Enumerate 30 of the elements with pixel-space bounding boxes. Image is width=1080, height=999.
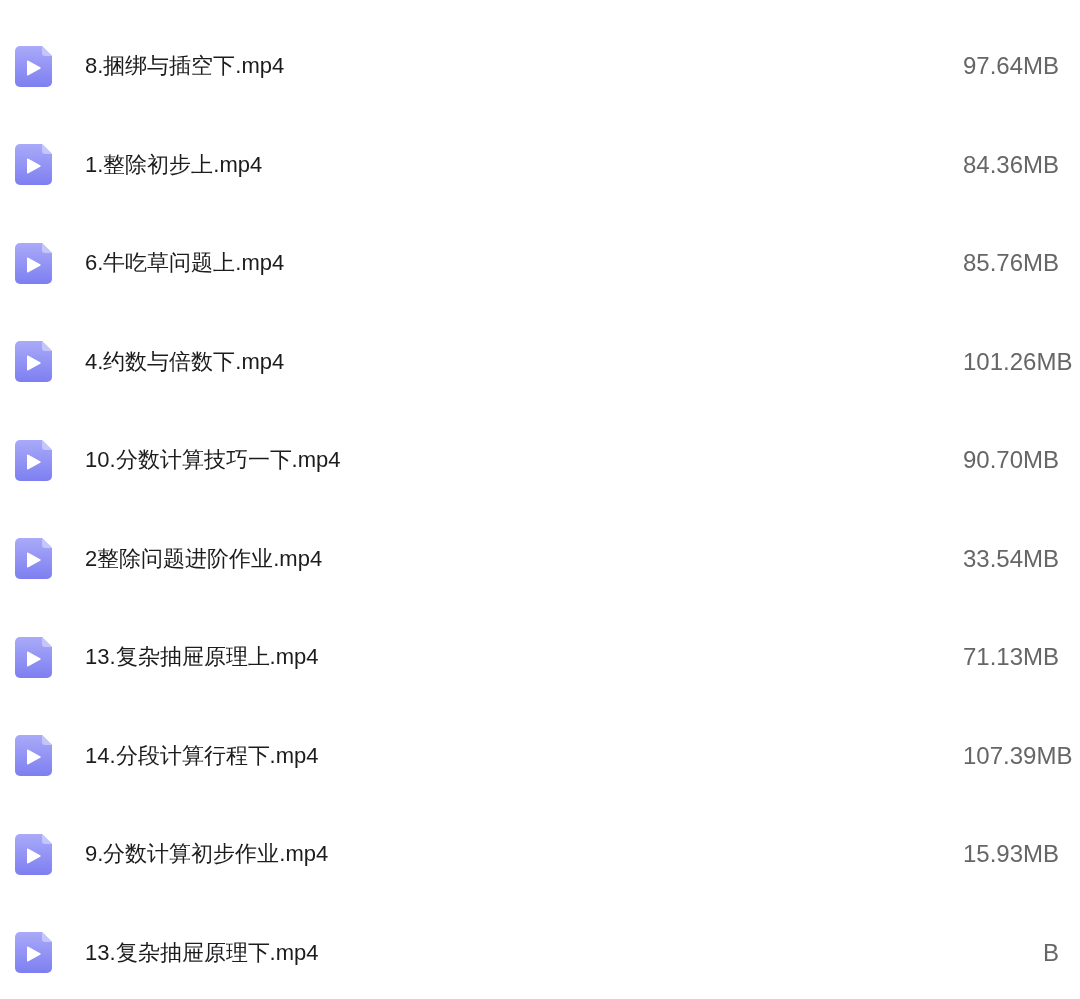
file-size: 97.64MB [963,52,1060,80]
file-name: 13.复杂抽屉原理上.mp4 [85,643,319,671]
file-size: 71.13MB [963,643,1060,671]
file-size: 90.70MB [963,446,1060,474]
file-size: 101.26MB [963,347,1073,376]
file-name: 4.约数与倍数下.mp4 [85,347,285,376]
file-name: 10.分数计算技巧一下.mp4 [85,446,341,474]
file-name: 2整除问题进阶作业.mp4 [85,544,323,573]
file-name: 14.分段计算行程下.mp4 [85,741,319,770]
video-file-icon [15,932,52,973]
file-name: 6.牛吃草问题上.mp4 [85,249,285,277]
video-file-icon [15,735,52,776]
file-name: 1.整除初步上.mp4 [85,150,263,179]
file-size: 85.76MB [963,249,1060,277]
file-name: 13.复杂抽屉原理下.mp4 [85,938,319,967]
video-file-icon [15,833,52,875]
video-file-icon [15,144,52,185]
video-file-icon [15,341,52,382]
video-file-icon [15,538,52,579]
video-file-icon [15,439,52,481]
file-size: 107.39MB [963,741,1073,770]
video-file-icon [15,636,52,678]
file-name: 9.分数计算初步作业.mp4 [85,840,329,868]
file-size: 84.36MB [963,150,1060,179]
file-name: 8.捆绑与插空下.mp4 [85,52,285,80]
file-size: 15.93MB [963,840,1060,868]
video-file-icon [15,242,52,284]
video-file-icon [15,45,52,87]
file-size: 33.54MB [963,544,1060,573]
file-size: B [1043,938,1059,967]
